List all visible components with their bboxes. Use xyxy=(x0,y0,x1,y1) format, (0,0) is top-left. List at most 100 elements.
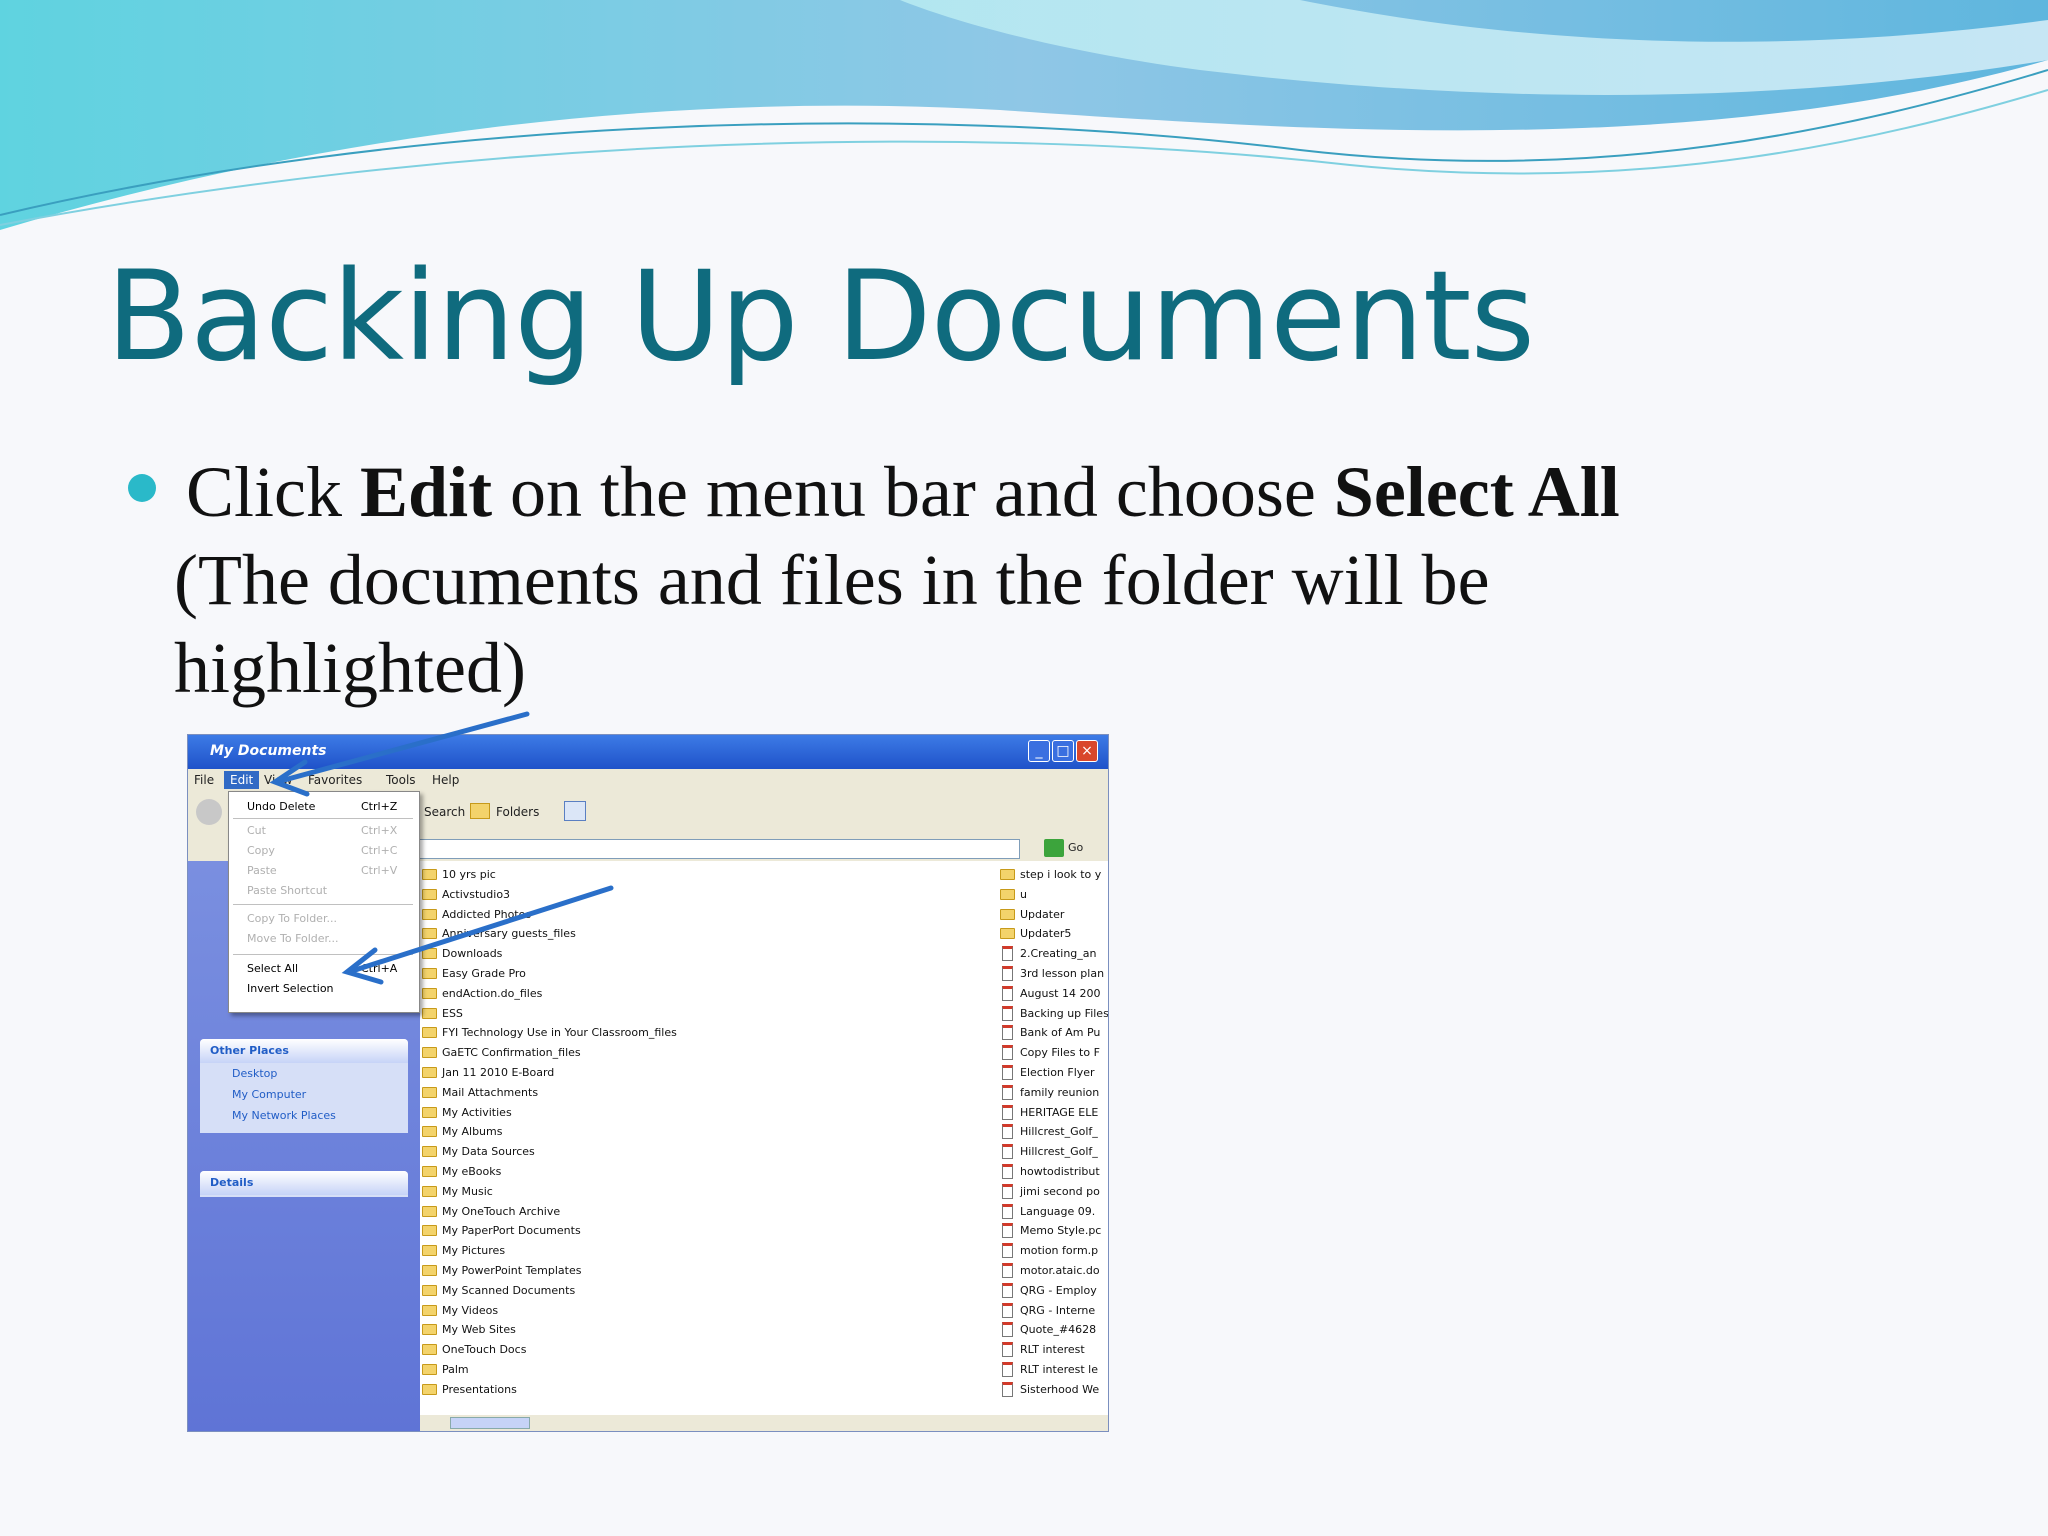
back-icon[interactable] xyxy=(196,799,222,825)
file-item[interactable]: My Web Sites xyxy=(422,1320,677,1340)
menu-edit[interactable]: Edit xyxy=(224,771,260,789)
file-item[interactable]: My Pictures xyxy=(422,1241,677,1261)
folder-icon xyxy=(422,1086,437,1098)
file-name: My Pictures xyxy=(442,1244,506,1258)
file-item[interactable]: Easy Grade Pro xyxy=(422,964,677,984)
file-item[interactable]: Bank of Am Pu xyxy=(1000,1023,1108,1043)
pdf-document-icon xyxy=(1002,1144,1013,1160)
file-item[interactable]: howtodistribut xyxy=(1000,1162,1108,1182)
file-item[interactable]: Updater5 xyxy=(1000,924,1108,944)
menu-shortcut: Ctrl+V xyxy=(361,864,398,877)
file-item[interactable]: Updater xyxy=(1000,905,1108,925)
menu-favorites[interactable]: Favorites xyxy=(308,773,362,787)
file-item[interactable]: My OneTouch Archive xyxy=(422,1202,677,1222)
file-item[interactable]: GaETC Confirmation_files xyxy=(422,1043,677,1063)
file-item[interactable]: My Activities xyxy=(422,1103,677,1123)
file-item[interactable]: ESS xyxy=(422,1004,677,1024)
file-item[interactable]: OneTouch Docs xyxy=(422,1340,677,1360)
slide-title: Backing Up Documents xyxy=(106,245,1535,389)
file-item[interactable]: My Music xyxy=(422,1182,677,1202)
file-item[interactable]: endAction.do_files xyxy=(422,984,677,1004)
file-item[interactable]: Mail Attachments xyxy=(422,1083,677,1103)
go-arrow-icon[interactable] xyxy=(1044,839,1064,857)
pdf-document-icon xyxy=(1002,1005,1013,1021)
file-item[interactable]: Anniversary guests_files xyxy=(422,924,677,944)
file-item[interactable]: Presentations xyxy=(422,1380,677,1400)
file-item[interactable]: Backing up Files xyxy=(1000,1004,1108,1024)
file-item[interactable]: My PaperPort Documents xyxy=(422,1221,677,1241)
file-item[interactable]: My eBooks xyxy=(422,1162,677,1182)
file-item[interactable]: Jan 11 2010 E-Board xyxy=(422,1063,677,1083)
file-item[interactable]: Sisterhood We xyxy=(1000,1380,1108,1400)
folders-button[interactable]: Folders xyxy=(496,805,539,819)
file-item[interactable]: 2.Creating_an xyxy=(1000,944,1108,964)
details-header[interactable]: Details xyxy=(200,1171,408,1195)
menu-view[interactable]: View xyxy=(264,773,292,787)
file-item[interactable]: My Data Sources xyxy=(422,1142,677,1162)
menu-item-select-all[interactable]: Select All xyxy=(247,962,298,975)
views-icon[interactable] xyxy=(564,801,586,821)
close-button[interactable]: × xyxy=(1076,740,1098,762)
address-input[interactable] xyxy=(418,839,1020,859)
file-item[interactable]: Copy Files to F xyxy=(1000,1043,1108,1063)
file-item[interactable]: Quote_#4628 xyxy=(1000,1320,1108,1340)
menu-item-paste: Paste xyxy=(247,864,277,877)
place-my-computer[interactable]: My Computer xyxy=(200,1084,408,1105)
pdf-document-icon xyxy=(1002,1124,1013,1140)
place-my-network-places[interactable]: My Network Places xyxy=(200,1105,408,1126)
file-item[interactable]: family reunion xyxy=(1000,1083,1108,1103)
file-item[interactable]: My Videos xyxy=(422,1301,677,1321)
file-item[interactable]: Activstudio3 xyxy=(422,885,677,905)
file-item[interactable]: u xyxy=(1000,885,1108,905)
place-desktop[interactable]: Desktop xyxy=(200,1063,408,1084)
file-item[interactable]: RLT interest le xyxy=(1000,1360,1108,1380)
scroll-thumb[interactable] xyxy=(450,1417,530,1429)
file-item[interactable]: Downloads xyxy=(422,944,677,964)
menu-file[interactable]: File xyxy=(194,773,214,787)
go-button[interactable]: Go xyxy=(1068,841,1083,854)
file-item[interactable]: My Albums xyxy=(422,1122,677,1142)
file-item[interactable]: QRG - Employ xyxy=(1000,1281,1108,1301)
menu-tools[interactable]: Tools xyxy=(386,773,416,787)
folder-icon xyxy=(422,1324,437,1336)
file-item[interactable]: Hillcrest_Golf_ xyxy=(1000,1122,1108,1142)
folder-icon xyxy=(422,888,437,900)
file-item[interactable]: FYI Technology Use in Your Classroom_fil… xyxy=(422,1023,677,1043)
file-item[interactable]: jimi second po xyxy=(1000,1182,1108,1202)
folder-icon xyxy=(422,1383,437,1395)
file-item[interactable]: My Scanned Documents xyxy=(422,1281,677,1301)
file-name: My PaperPort Documents xyxy=(442,1224,581,1238)
menu-item-copy-to-folder: Copy To Folder... xyxy=(247,912,337,925)
folder-icon xyxy=(422,1284,437,1296)
horizontal-scrollbar[interactable] xyxy=(420,1415,1108,1431)
file-name: 3rd lesson plan xyxy=(1020,966,1105,980)
pdf-document-icon xyxy=(1002,1361,1013,1377)
file-item[interactable]: Palm xyxy=(422,1360,677,1380)
file-item[interactable]: RLT interest xyxy=(1000,1340,1108,1360)
file-name: ESS xyxy=(442,1006,463,1020)
menu-separator xyxy=(233,818,413,819)
file-name: Quote_#4628 xyxy=(1020,1323,1097,1337)
search-button[interactable]: Search xyxy=(424,805,465,819)
file-item[interactable]: 3rd lesson plan xyxy=(1000,964,1108,984)
file-item[interactable]: HERITAGE ELE xyxy=(1000,1103,1108,1123)
file-item[interactable]: August 14 200 xyxy=(1000,984,1108,1004)
file-item[interactable]: Hillcrest_Golf_ xyxy=(1000,1142,1108,1162)
file-item[interactable]: motor.ataic.do xyxy=(1000,1261,1108,1281)
file-item[interactable]: motion form.p xyxy=(1000,1241,1108,1261)
file-item[interactable]: Addicted Photos xyxy=(422,905,677,925)
file-item[interactable]: Memo Style.pc xyxy=(1000,1221,1108,1241)
file-item[interactable]: Language 09. xyxy=(1000,1202,1108,1222)
file-item[interactable]: step i look to y xyxy=(1000,865,1108,885)
file-name: motion form.p xyxy=(1020,1244,1099,1258)
file-item[interactable]: My PowerPoint Templates xyxy=(422,1261,677,1281)
maximize-button[interactable]: □ xyxy=(1052,740,1074,762)
other-places-header[interactable]: Other Places xyxy=(200,1039,408,1063)
file-item[interactable]: 10 yrs pic xyxy=(422,865,677,885)
menu-item-undo-delete[interactable]: Undo Delete xyxy=(247,800,315,813)
file-item[interactable]: QRG - Interne xyxy=(1000,1301,1108,1321)
menu-help[interactable]: Help xyxy=(432,773,459,787)
minimize-button[interactable]: _ xyxy=(1028,740,1050,762)
file-item[interactable]: Election Flyer xyxy=(1000,1063,1108,1083)
menu-item-invert-selection[interactable]: Invert Selection xyxy=(247,982,334,995)
